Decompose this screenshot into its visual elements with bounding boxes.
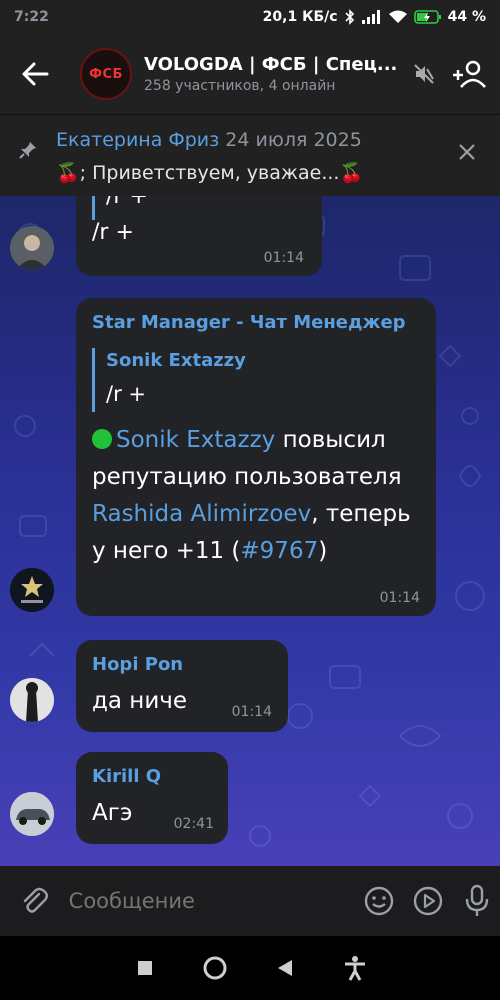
message-text: да ниче [92,688,188,714]
message-input[interactable] [68,881,337,921]
person-photo-icon [10,678,54,722]
accessibility-icon [345,956,365,981]
chat-title: VOLOGDA | ФСБ | Спец... [144,54,398,75]
wifi-icon [388,10,408,24]
message-time: 01:14 [263,250,304,266]
message-bubble[interactable]: Hopi Pon да ниче 01:14 [76,640,288,732]
message-sender: Kirill Q [92,766,162,787]
message-text: Sonik Extazzy повысил репутацию пользова… [92,422,422,570]
sender-avatar[interactable] [10,678,54,722]
pinned-author: Екатерина Фриз [56,129,220,151]
arrow-left-icon [22,62,49,86]
pinned-text: 🍒; Приветствуем, уважае...🍒 [56,162,364,184]
message-sender: Hopi Pon [92,654,184,675]
quoted-sender: Sonik Extazzy [106,350,246,371]
system-nav-bar [0,936,500,1000]
hashtag-link[interactable]: #9767 [240,538,318,564]
message-time: 02:41 [173,816,214,832]
paperclip-icon [24,887,49,913]
quoted-text: /r + [106,196,148,209]
green-circle-icon [92,429,112,449]
square-icon [138,961,152,975]
quote-bar [92,196,95,220]
pin-icon [18,140,38,164]
signal-icon [361,10,382,24]
voice-message-button[interactable] [455,878,500,924]
pinned-date: 24 июля 2025 [225,129,362,151]
status-indicators: 20,1 КБ/с 44 % [263,9,486,25]
triangle-back-icon [278,960,292,976]
star-logo-icon [10,568,54,612]
message-sender: Star Manager - Чат Менеджер [92,312,406,333]
message-text-part: ) [318,538,328,564]
message-list[interactable]: /r + /r + 01:14 Star Manager - Чат Менед… [0,196,500,866]
message-time: 01:14 [379,590,420,606]
car-photo-icon [10,792,54,836]
sender-avatar[interactable] [10,568,54,612]
video-message-button[interactable] [406,878,451,924]
clock: 7:22 [14,9,49,25]
chat-member-count: 258 участников, 4 онлайн [144,78,336,94]
sender-avatar[interactable] [10,792,54,836]
recent-apps-button[interactable] [125,948,165,988]
chat-title-block[interactable]: VOLOGDA | ФСБ | Спец... 258 участников, … [144,54,404,94]
battery-level: 44 % [447,9,486,25]
close-pinned-button[interactable] [452,137,482,167]
circle-icon [203,956,227,980]
status-bar: 7:22 20,1 КБ/с 44 % [0,0,500,34]
message-bubble[interactable]: Kirill Q Агэ 02:41 [76,752,228,844]
chat-avatar[interactable]: ФСБ [80,48,132,100]
back-nav-button[interactable] [265,948,305,988]
quoted-text: /r + [106,382,146,406]
sender-avatar[interactable] [10,226,54,270]
emoji-button[interactable] [357,878,402,924]
network-speed: 20,1 КБ/с [262,9,338,25]
add-member-button[interactable] [444,49,494,99]
message-text: Агэ [92,800,133,826]
message-time: 01:14 [231,704,272,720]
play-circle-icon [414,886,443,916]
person-photo-icon [10,226,54,270]
composer [0,866,500,936]
back-button[interactable] [0,34,70,114]
message-bubble[interactable]: Star Manager - Чат Менеджер Sonik Extazz… [76,298,436,616]
home-button[interactable] [195,948,235,988]
smiley-icon [365,886,394,916]
quote-bar [92,348,95,412]
chat-avatar-text: ФСБ [89,66,123,82]
battery-icon [413,10,442,24]
muted-speaker-icon [414,64,434,84]
chat-header: ФСБ VOLOGDA | ФСБ | Спец... 258 участник… [0,34,500,114]
bluetooth-icon [344,9,356,25]
microphone-icon [466,884,489,916]
add-user-icon [453,60,486,88]
message-text: /r + [92,220,134,245]
user-mention[interactable]: Sonik Extazzy [116,427,275,453]
close-icon [459,144,475,160]
muted-indicator [404,54,444,94]
pinned-header: Екатерина Фриз 24 июля 2025 [56,129,362,151]
pinned-message[interactable]: Екатерина Фриз 24 июля 2025 🍒; Приветству… [0,114,500,196]
attach-button[interactable] [0,866,69,936]
user-mention[interactable]: Rashida Alimirzoev [92,501,311,527]
accessibility-button[interactable] [335,948,375,988]
message-bubble[interactable]: /r + /r + 01:14 [76,196,322,276]
